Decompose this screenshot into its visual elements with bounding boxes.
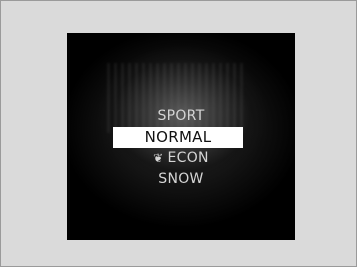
mode-option-label: NORMAL [144, 128, 212, 146]
mode-option-label: SNOW [158, 171, 204, 187]
figure-frame: SPORT NORMAL ❦ ECON SNOW [0, 0, 357, 267]
mode-option-snow[interactable]: SNOW [67, 169, 295, 190]
mode-option-sport[interactable]: SPORT [67, 106, 295, 127]
eco-leaf-icon: ❦ [153, 151, 164, 165]
drive-mode-menu: SPORT NORMAL ❦ ECON SNOW [67, 106, 295, 190]
mode-option-econ[interactable]: ❦ ECON [67, 148, 295, 169]
mode-option-label: ECON [167, 150, 209, 166]
mode-option-normal[interactable]: NORMAL [113, 127, 243, 148]
display-screen: SPORT NORMAL ❦ ECON SNOW [67, 33, 295, 240]
mode-option-label: SPORT [157, 108, 205, 124]
